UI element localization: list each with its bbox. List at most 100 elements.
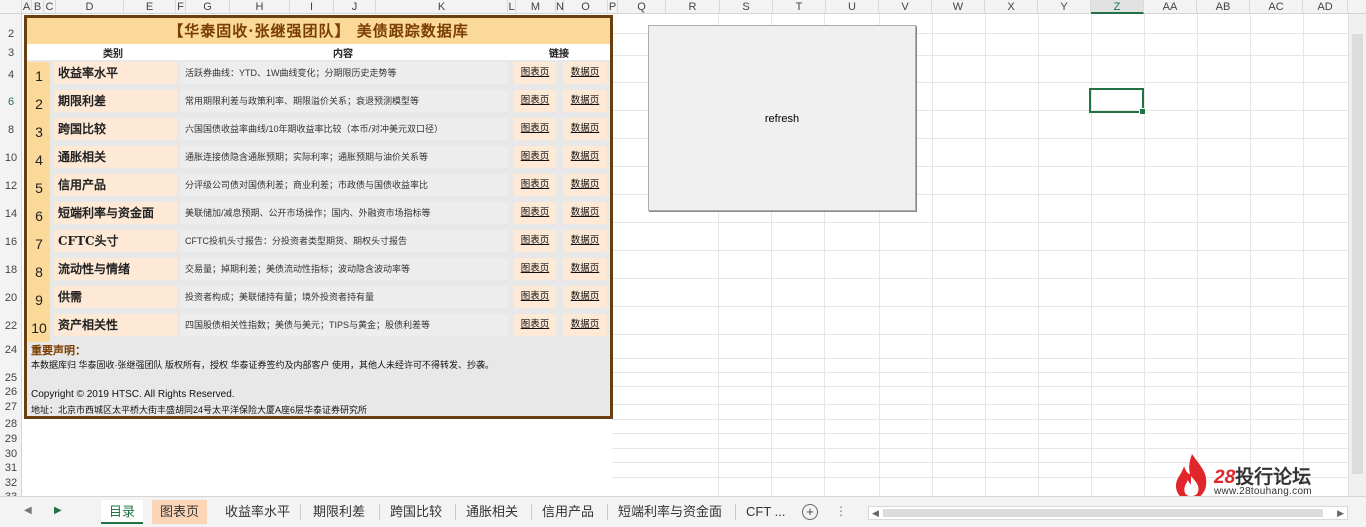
grid-line <box>612 250 1348 251</box>
sheet-tab-yield-level[interactable]: 收益率水平 <box>217 500 298 524</box>
column-header-w[interactable]: W <box>932 0 985 14</box>
chart-page-link[interactable]: 图表页 <box>514 118 556 140</box>
sheet-tab-inflation[interactable]: 通胀相关 <box>458 500 526 524</box>
column-header-a[interactable]: A <box>22 0 32 14</box>
column-header-k[interactable]: K <box>376 0 508 14</box>
row-header[interactable]: 32 <box>0 477 22 489</box>
row-header[interactable]: 22 <box>0 320 22 332</box>
data-page-link[interactable]: 数据页 <box>563 202 607 224</box>
selected-cell[interactable] <box>1089 88 1146 115</box>
row-header[interactable]: 3 <box>0 47 22 59</box>
column-header-b[interactable]: B <box>32 0 44 14</box>
row-header[interactable]: 8 <box>0 124 22 136</box>
column-header-l[interactable]: L <box>508 0 516 14</box>
column-header-s[interactable]: S <box>720 0 773 14</box>
data-page-link[interactable]: 数据页 <box>563 118 607 140</box>
category-row: 3 跨国比较 六国国债收益率曲线/10年期收益率比较（本币/对冲美元双口径） 图表页数… <box>27 118 610 146</box>
column-header-o[interactable]: O <box>564 0 608 14</box>
chart-page-link[interactable]: 图表页 <box>514 258 556 280</box>
sheet-tab-cross-country[interactable]: 跨国比较 <box>382 500 450 524</box>
column-header-r[interactable]: R <box>666 0 720 14</box>
column-header-y[interactable]: Y <box>1038 0 1091 14</box>
vertical-scroll-thumb[interactable] <box>1352 34 1363 474</box>
sheet-tab-term-spread[interactable]: 期限利差 <box>305 500 373 524</box>
column-header-h[interactable]: H <box>230 0 290 14</box>
row-header[interactable]: 2 <box>0 28 22 40</box>
row-header[interactable]: 16 <box>0 236 22 248</box>
column-header-aa[interactable]: AA <box>1144 0 1197 14</box>
row-header[interactable]: 18 <box>0 264 22 276</box>
chart-page-link[interactable]: 图表页 <box>514 286 556 308</box>
row-header[interactable]: 27 <box>0 401 22 413</box>
row-header[interactable]: 4 <box>0 69 22 81</box>
chart-page-link[interactable]: 图表页 <box>514 174 556 196</box>
category-label: 收益率水平 <box>54 62 177 84</box>
sheet-tab-short-rates[interactable]: 短端利率与资金面 <box>610 500 730 524</box>
row-header[interactable]: 29 <box>0 433 22 445</box>
chart-page-link[interactable]: 图表页 <box>514 62 556 84</box>
row-header-active[interactable]: 6 <box>0 96 22 108</box>
scroll-tabs-left-icon[interactable]: ◀ <box>24 505 32 516</box>
row-header[interactable]: 10 <box>0 152 22 164</box>
data-page-link[interactable]: 数据页 <box>563 146 607 168</box>
data-page-link[interactable]: 数据页 <box>563 258 607 280</box>
sheet-tab-bar: ◀ ▶ 目录 图表页 收益率水平 期限利差 跨国比较 通胀相关 信用产品 短端利… <box>0 496 1366 527</box>
chart-page-link[interactable]: 图表页 <box>514 146 556 168</box>
column-header-j[interactable]: J <box>334 0 376 14</box>
column-header-i[interactable]: I <box>290 0 334 14</box>
row-header[interactable]: 28 <box>0 418 22 430</box>
horizontal-scroll-thumb[interactable] <box>883 509 1323 517</box>
data-page-link[interactable]: 数据页 <box>563 90 607 112</box>
column-header-g[interactable]: G <box>186 0 230 14</box>
column-header-ac[interactable]: AC <box>1250 0 1303 14</box>
column-header-z[interactable]: Z <box>1091 0 1144 14</box>
row-header[interactable]: 12 <box>0 180 22 192</box>
column-header-u[interactable]: U <box>826 0 879 14</box>
column-header-ad[interactable]: AD <box>1303 0 1348 14</box>
vertical-scrollbar[interactable] <box>1348 14 1366 496</box>
row-header[interactable]: 14 <box>0 208 22 220</box>
data-page-link[interactable]: 数据页 <box>563 230 607 252</box>
data-page-link[interactable]: 数据页 <box>563 286 607 308</box>
chart-page-link[interactable]: 图表页 <box>514 230 556 252</box>
scroll-tabs-right-icon[interactable]: ▶ <box>54 505 62 516</box>
row-header[interactable]: 31 <box>0 462 22 474</box>
more-options-icon[interactable]: ⋮ <box>835 504 847 518</box>
column-header-f[interactable]: F <box>176 0 186 14</box>
row-header[interactable]: 30 <box>0 448 22 460</box>
chart-page-link[interactable]: 图表页 <box>514 314 556 336</box>
refresh-button[interactable]: refresh <box>648 25 916 211</box>
sheet-tab-charts[interactable]: 图表页 <box>152 500 208 524</box>
column-header-m[interactable]: M <box>516 0 556 14</box>
column-header-t[interactable]: T <box>773 0 826 14</box>
sheet-tab-contents[interactable]: 目录 <box>101 500 144 524</box>
data-page-link[interactable]: 数据页 <box>563 314 607 336</box>
column-header-n[interactable]: N <box>556 0 564 14</box>
column-header-d[interactable]: D <box>56 0 124 14</box>
row-header[interactable]: 20 <box>0 292 22 304</box>
notice-title: 重要声明： <box>31 344 86 357</box>
column-header-q[interactable]: Q <box>618 0 666 14</box>
select-all-corner[interactable] <box>0 0 22 14</box>
row-header[interactable]: 25 <box>0 372 22 384</box>
row-header[interactable]: 26 <box>0 386 22 398</box>
sheet-tab-cftc[interactable]: CFT ... <box>738 500 794 524</box>
column-header-e[interactable]: E <box>124 0 176 14</box>
category-row: 6 短端利率与资金面 美联储加/减息预期、公开市场操作；国内、外融资市场指标等 图表页… <box>27 202 610 230</box>
chart-page-link[interactable]: 图表页 <box>514 202 556 224</box>
column-header-ab[interactable]: AB <box>1197 0 1250 14</box>
column-header-x[interactable]: X <box>985 0 1038 14</box>
chart-page-link[interactable]: 图表页 <box>514 90 556 112</box>
row-number: 1 <box>28 62 50 90</box>
sheet-tab-credit[interactable]: 信用产品 <box>534 500 602 524</box>
column-header-v[interactable]: V <box>879 0 932 14</box>
column-header-p[interactable]: P <box>608 0 618 14</box>
row-header[interactable]: 24 <box>0 344 22 356</box>
add-sheet-icon[interactable]: + <box>802 504 818 520</box>
data-page-link[interactable]: 数据页 <box>563 174 607 196</box>
scroll-left-arrow-icon[interactable]: ◀ <box>872 508 879 519</box>
column-header-c[interactable]: C <box>44 0 56 14</box>
scroll-right-arrow-icon[interactable]: ▶ <box>1337 508 1344 519</box>
horizontal-scrollbar[interactable]: ◀ ▶ <box>868 506 1348 520</box>
data-page-link[interactable]: 数据页 <box>563 62 607 84</box>
